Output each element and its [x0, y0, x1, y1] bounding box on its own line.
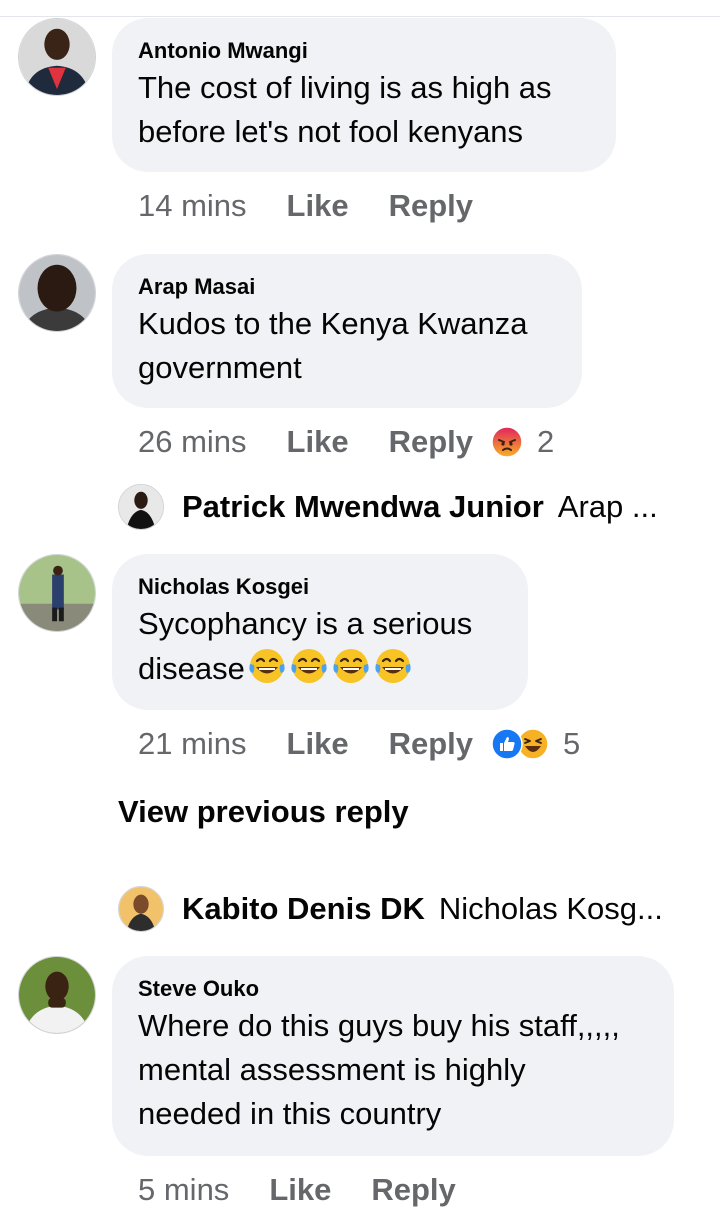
avatar-arap-masai[interactable]: [18, 254, 96, 332]
comment-bubble: Steve Ouko Where do this guys buy his st…: [112, 956, 674, 1156]
comment-text: Kudos to the Kenya Kwanza government: [138, 306, 528, 385]
comment-author[interactable]: Steve Ouko: [138, 976, 648, 1002]
reply-preview[interactable]: Patrick Mwendwa Junior Arap ...: [118, 482, 658, 532]
reaction-count: 5: [563, 726, 581, 761]
comment-meta: 14 mins Like Reply: [138, 186, 491, 226]
comment-bubble: Nicholas Kosgei Sycophancy is a serious …: [112, 554, 528, 710]
avatar-image: [119, 485, 163, 529]
comment-text: Where do this guys buy his staff,,,,, me…: [138, 1008, 620, 1131]
reply-author[interactable]: Patrick Mwendwa Junior: [182, 489, 544, 525]
laughing-tears-icon: [249, 649, 285, 683]
avatar-kabito-denis: [118, 886, 164, 932]
avatar-image: [19, 255, 95, 331]
reply-text: Nicholas Kosg...: [438, 891, 663, 926]
comment-bubble: Antonio Mwangi The cost of living is as …: [112, 18, 616, 172]
avatar-patrick-mwendwa: [118, 484, 164, 530]
view-previous-reply-link[interactable]: View previous reply: [118, 794, 409, 830]
emoji-group: [245, 649, 413, 686]
comment-time[interactable]: 26 mins: [138, 424, 247, 460]
reply-text: Arap ...: [557, 489, 658, 524]
angry-reaction-icon: [491, 426, 523, 458]
avatar-antonio-mwangi[interactable]: [18, 18, 96, 96]
reply-preview[interactable]: Kabito Denis DK Nicholas Kosg...: [118, 884, 663, 934]
comment-author[interactable]: Nicholas Kosgei: [138, 574, 502, 600]
comment-author[interactable]: Arap Masai: [138, 274, 556, 300]
avatar-image: [119, 887, 163, 931]
reply-button[interactable]: Reply: [389, 726, 473, 762]
reply-button[interactable]: Reply: [389, 188, 473, 224]
reaction-summary[interactable]: 5: [491, 726, 580, 762]
laughing-tears-icon: [333, 649, 369, 683]
comment-meta: 5 mins Like Reply: [138, 1170, 474, 1210]
like-button[interactable]: Like: [287, 188, 349, 224]
reaction-count: 2: [537, 424, 555, 459]
avatar-steve-ouko[interactable]: [18, 956, 96, 1034]
reply-author[interactable]: Kabito Denis DK: [182, 891, 425, 927]
comment-bubble: Arap Masai Kudos to the Kenya Kwanza gov…: [112, 254, 582, 408]
reply-button[interactable]: Reply: [371, 1172, 455, 1208]
avatar-image: [19, 957, 95, 1033]
comment-text: Sycophancy is a serious disease: [138, 602, 502, 691]
comment-meta: 21 mins Like Reply 5: [138, 724, 580, 764]
reaction-summary[interactable]: 2: [491, 424, 554, 460]
comment-meta: 26 mins Like Reply 2: [138, 422, 554, 462]
like-reaction-icon: [491, 728, 523, 760]
avatar-image: [19, 555, 95, 631]
avatar-nicholas-kosgei[interactable]: [18, 554, 96, 632]
laughing-tears-icon: [375, 649, 411, 683]
like-button[interactable]: Like: [287, 424, 349, 460]
comment-time[interactable]: 5 mins: [138, 1172, 229, 1208]
comment-text: The cost of living is as high as before …: [138, 70, 552, 149]
like-button[interactable]: Like: [269, 1172, 331, 1208]
laughing-tears-icon: [291, 649, 327, 683]
comment-time[interactable]: 21 mins: [138, 726, 247, 762]
like-button[interactable]: Like: [287, 726, 349, 762]
avatar-image: [19, 19, 95, 95]
reply-button[interactable]: Reply: [389, 424, 473, 460]
top-divider: [0, 16, 720, 17]
comment-time[interactable]: 14 mins: [138, 188, 247, 224]
comment-author[interactable]: Antonio Mwangi: [138, 38, 590, 64]
